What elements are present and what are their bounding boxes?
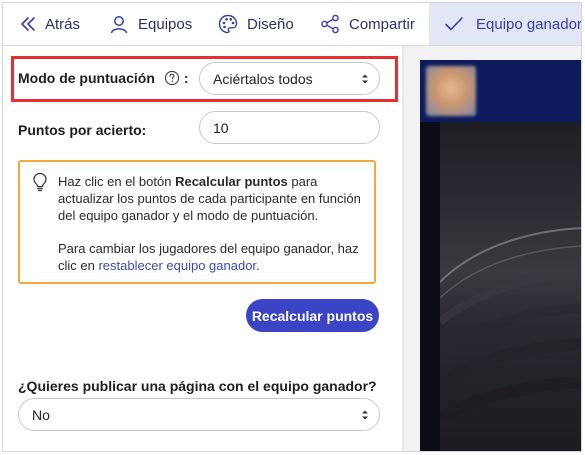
tab-back[interactable]: Atrás (3, 3, 100, 45)
tab-share-label: Compartir (349, 15, 415, 33)
tab-share[interactable]: Compartir (310, 3, 429, 45)
notice-text-1a: Haz clic en el botón (58, 174, 176, 189)
tab-winning-team[interactable]: Equipo ganador (429, 3, 582, 45)
scoring-mode-label: Modo de puntuación (18, 70, 155, 86)
notice-text-2b: . (256, 258, 260, 273)
stadium-stands-graphic (436, 227, 581, 424)
help-icon[interactable] (164, 70, 180, 86)
points-per-hit-input[interactable]: 10 (199, 111, 380, 144)
app-window: Atrás Equipos Diseño Compartir Equipo ga… (2, 2, 582, 452)
blurred-avatar (426, 66, 476, 116)
checkmark-icon (444, 16, 464, 32)
publish-question-label: ¿Quieres publicar una página con el equi… (18, 378, 377, 394)
preview-left-edge (420, 122, 440, 451)
tab-winning-team-label: Equipo ganador (476, 15, 582, 33)
lightbulb-icon (32, 172, 48, 197)
recalculate-points-button[interactable]: Recalcular puntos (246, 299, 379, 332)
top-tab-bar: Atrás Equipos Diseño Compartir Equipo ga… (3, 3, 582, 46)
points-per-hit-label: Puntos por acierto: (18, 122, 147, 138)
notice-paragraph-2: Para cambiar los jugadores del equipo ga… (58, 240, 368, 274)
stadium-background (420, 122, 581, 451)
scoring-mode-label-row: Modo de puntuación : (18, 68, 189, 88)
share-icon (320, 14, 340, 34)
publish-page-select[interactable]: No (18, 398, 380, 431)
points-label-row: Puntos por acierto: (18, 120, 146, 140)
select-arrows-icon (361, 408, 369, 424)
tab-design[interactable]: Diseño (208, 3, 310, 45)
reset-winning-team-link[interactable]: restablecer equipo ganador (98, 258, 256, 273)
select-arrows-icon (361, 72, 369, 88)
scoring-mode-value: Aciértalos todos (213, 70, 313, 87)
team-preview-image (420, 60, 581, 451)
info-notice: Haz clic en el botón Recalcular puntos p… (18, 160, 376, 284)
publish-page-value: No (32, 406, 50, 423)
double-chevron-left-icon (20, 16, 36, 32)
palette-icon (218, 14, 238, 34)
settings-panel: Modo de puntuación : Aciértalos todos Pu… (3, 46, 402, 451)
points-per-hit-value: 10 (213, 119, 229, 136)
notice-bold-recalc: Recalcular puntos (175, 174, 288, 189)
user-icon (109, 14, 129, 34)
notice-paragraph-1: Haz clic en el botón Recalcular puntos p… (58, 173, 368, 224)
tab-design-label: Diseño (247, 15, 294, 33)
tab-back-label: Atrás (45, 15, 81, 33)
tab-teams-label: Equipos (138, 15, 193, 33)
tab-teams[interactable]: Equipos (100, 3, 208, 45)
scoring-mode-select[interactable]: Aciértalos todos (199, 62, 380, 95)
scoring-mode-colon: : (183, 70, 189, 86)
